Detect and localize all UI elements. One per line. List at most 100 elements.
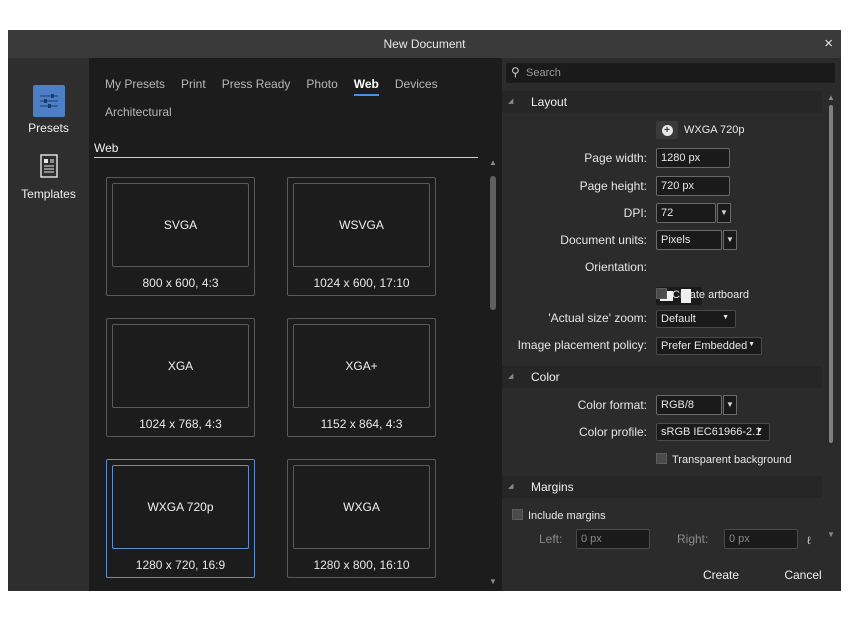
margin-left-field[interactable]: 0 px [576, 529, 650, 549]
templates-document-icon [39, 154, 58, 178]
section-label: Color [531, 370, 560, 384]
tab-print[interactable]: Print [181, 70, 206, 98]
section-label: Layout [531, 95, 568, 109]
tab-devices[interactable]: Devices [395, 70, 438, 98]
dpi-label: DPI: [623, 206, 647, 220]
preset-thumbnail: XGA [112, 324, 249, 408]
scroll-down-icon[interactable]: ▼ [489, 577, 497, 586]
page-width-field[interactable]: 1280 px [656, 148, 730, 168]
collapse-triangle-icon: ◢ [508, 373, 514, 380]
section-label: Margins [531, 480, 574, 494]
image-placement-label: Image placement policy: [517, 338, 647, 352]
scrollbar-thumb[interactable] [829, 105, 833, 443]
checkbox-icon [656, 288, 667, 299]
sidebar: Presets Templates [8, 58, 89, 591]
dpi-field[interactable]: 72 [656, 203, 716, 223]
tab-photo[interactable]: Photo [306, 70, 337, 98]
cancel-button[interactable]: Cancel [766, 563, 840, 587]
link-margins-icon[interactable]: ℓ [807, 535, 811, 547]
sidebar-item-templates[interactable]: Templates [8, 151, 89, 201]
search-input[interactable]: ⚲ Search [506, 63, 835, 83]
image-placement-select[interactable]: Prefer Embedded ▼ [656, 337, 762, 355]
tab-architectural[interactable]: Architectural [105, 98, 172, 126]
include-margins-checkbox[interactable]: Include margins [512, 509, 606, 522]
tab-web[interactable]: Web [353, 70, 380, 98]
preset-card-wsvga[interactable]: WSVGA 1024 x 600, 17:10 [287, 177, 436, 296]
page-height-field[interactable]: 720 px [656, 176, 730, 196]
preset-card-wxga-720p[interactable]: WXGA 720p 1280 x 720, 16:9 [106, 459, 255, 578]
color-section-header[interactable]: ◢ Color [502, 366, 822, 388]
create-artboard-checkbox[interactable]: Create artboard [656, 288, 749, 301]
create-button[interactable]: Create [684, 563, 758, 587]
color-profile-select[interactable]: sRGB IEC61966-2.1 ▼ [656, 423, 770, 441]
scrollbar-thumb[interactable] [490, 176, 496, 310]
chevron-down-icon: ▼ [722, 314, 729, 321]
properties-panel: ⚲ Search ◢ Layout + WXGA 720p Page width:… [502, 58, 841, 591]
chevron-down-icon: ▼ [748, 341, 755, 348]
sidebar-item-label: Templates [21, 187, 76, 201]
color-profile-label: Color profile: [578, 425, 647, 439]
preset-caption: 800 x 600, 4:3 [142, 276, 219, 290]
color-format-label: Color format: [577, 398, 647, 412]
orientation-label: Orientation: [584, 260, 647, 274]
search-icon: ⚲ [511, 65, 520, 79]
checkbox-label: Include margins [528, 510, 606, 522]
preset-tabs: My Presets Print Press Ready Photo Web Device… [105, 70, 485, 126]
page-width-label: Page width: [584, 151, 647, 165]
select-value: Default [661, 313, 696, 325]
search-placeholder: Search [526, 67, 561, 79]
checkbox-label: Transparent background [672, 454, 792, 466]
presets-sliders-icon [32, 85, 65, 117]
collapse-triangle-icon: ◢ [508, 483, 514, 490]
collapse-triangle-icon: ◢ [508, 98, 514, 105]
checkbox-icon [512, 509, 523, 520]
transparent-background-checkbox[interactable]: Transparent background [656, 453, 791, 466]
preset-card-xga-plus[interactable]: XGA+ 1152 x 864, 4:3 [287, 318, 436, 437]
margin-right-label: Right: [677, 532, 709, 546]
margin-right-field[interactable]: 0 px [724, 529, 798, 549]
preset-thumbnail: WSVGA [293, 183, 430, 267]
color-format-select[interactable]: RGB/8 [656, 395, 722, 415]
select-value: Prefer Embedded [661, 340, 748, 352]
dpi-dropdown-icon[interactable]: ▼ [717, 203, 731, 223]
layout-section-header[interactable]: ◢ Layout [502, 91, 822, 113]
color-format-dropdown-icon[interactable]: ▼ [723, 395, 737, 415]
plus-icon: + [661, 125, 673, 136]
preset-thumbnail: WXGA [293, 465, 430, 549]
margin-left-label: Left: [539, 532, 563, 546]
tab-press-ready[interactable]: Press Ready [222, 70, 291, 98]
scroll-down-icon[interactable]: ▼ [827, 530, 835, 539]
document-units-label: Document units: [560, 233, 647, 247]
preset-card-svga[interactable]: SVGA 800 x 600, 4:3 [106, 177, 255, 296]
preset-caption: 1280 x 720, 16:9 [135, 558, 226, 572]
title-bar: New Document × [8, 30, 841, 58]
page-height-label: Page height: [579, 179, 647, 193]
preset-card-xga[interactable]: XGA 1024 x 768, 4:3 [106, 318, 255, 437]
current-preset-name: WXGA 720p [684, 124, 745, 136]
close-icon[interactable]: × [824, 35, 833, 52]
preset-thumbnail: WXGA 720p [112, 465, 249, 549]
preset-caption: 1280 x 800, 16:10 [313, 558, 410, 572]
sidebar-item-label: Presets [28, 121, 69, 135]
scroll-up-icon[interactable]: ▲ [827, 93, 835, 102]
properties-scrollbar[interactable]: ▲ ▼ [827, 93, 835, 583]
document-units-select[interactable]: Pixels [656, 230, 722, 250]
chevron-down-icon: ▼ [756, 427, 763, 434]
actual-size-zoom-select[interactable]: Default ▼ [656, 310, 736, 328]
tab-my-presets[interactable]: My Presets [105, 70, 165, 98]
units-dropdown-icon[interactable]: ▼ [723, 230, 737, 250]
preset-name-row: + WXGA 720p [656, 121, 745, 139]
scroll-up-icon[interactable]: ▲ [489, 158, 497, 167]
preset-caption: 1024 x 600, 17:10 [313, 276, 410, 290]
actual-size-zoom-label: 'Actual size' zoom: [548, 311, 647, 325]
margins-section-header[interactable]: ◢ Margins [502, 476, 822, 498]
select-value: sRGB IEC61966-2.1 [661, 426, 762, 438]
presets-scrollbar[interactable]: ▲ ▼ [489, 158, 497, 588]
checkbox-icon [656, 453, 667, 464]
preset-card-wxga[interactable]: WXGA 1280 x 800, 16:10 [287, 459, 436, 578]
add-preset-button[interactable]: + [656, 121, 678, 139]
presets-panel: My Presets Print Press Ready Photo Web Device… [89, 58, 502, 591]
sidebar-item-presets[interactable]: Presets [8, 85, 89, 135]
preset-caption: 1152 x 864, 4:3 [320, 417, 403, 431]
new-document-dialog: New Document × Presets Templates My Pres… [8, 30, 841, 591]
